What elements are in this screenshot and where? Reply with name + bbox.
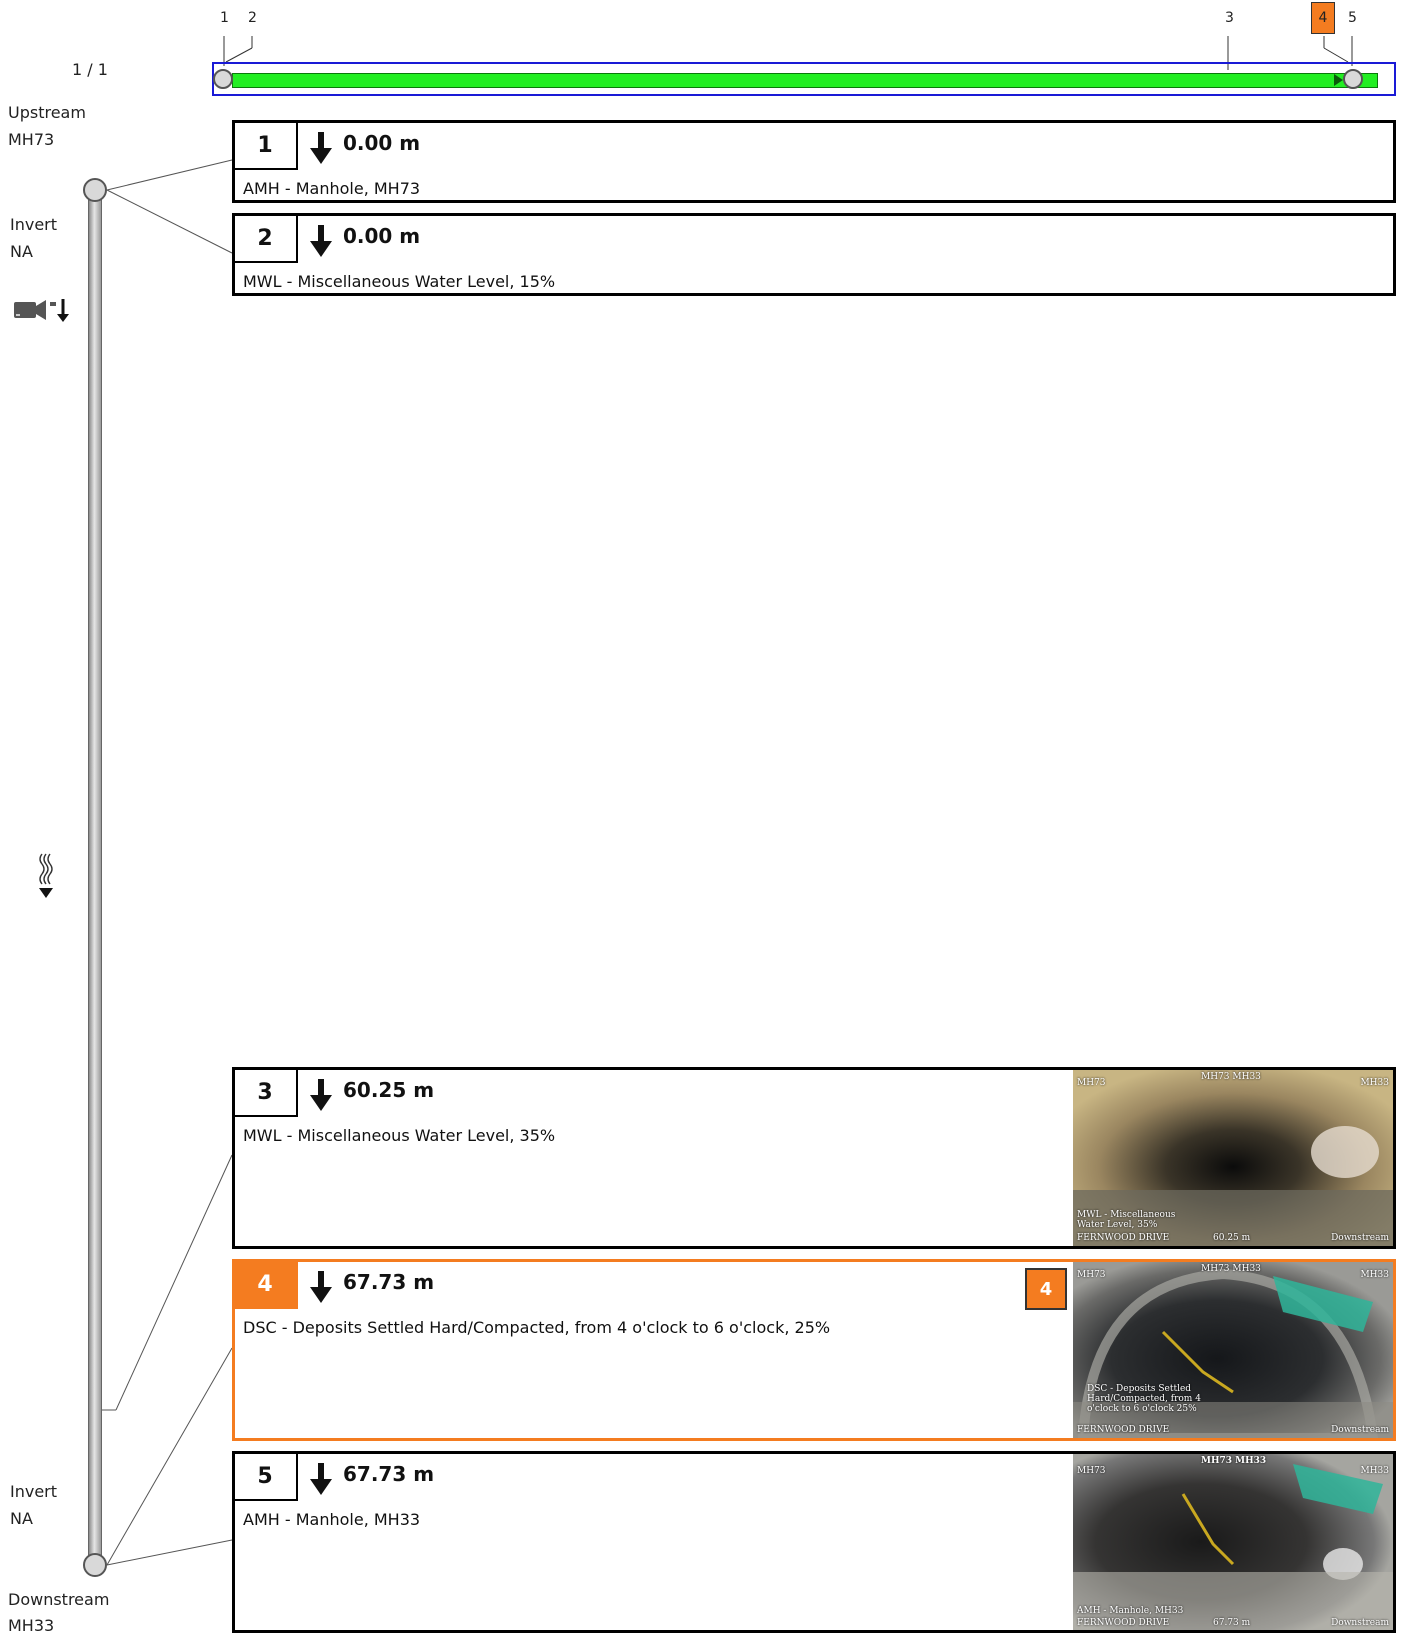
event-number: 5	[234, 1453, 298, 1501]
thumb-caption: MWL - Miscellaneous Water Level, 35%	[1077, 1210, 1176, 1230]
thumb-direction: Downstream	[1331, 1233, 1389, 1243]
down-arrow-icon	[310, 1271, 332, 1303]
thumb-header: MH73 MH33	[1201, 1264, 1261, 1274]
event-description: MWL - Miscellaneous Water Level, 35%	[243, 1126, 556, 1145]
event-distance: 67.73 m	[343, 1462, 435, 1486]
thumb-street: FERNWOOD DRIVE	[1077, 1618, 1170, 1628]
overview-pipe-bar[interactable]	[232, 73, 1378, 88]
thumb-downstream: MH33	[1360, 1466, 1389, 1476]
down-arrow-icon	[310, 1079, 332, 1111]
event-description: MWL - Miscellaneous Water Level, 15%	[243, 272, 556, 291]
thumb-downstream: MH33	[1360, 1078, 1389, 1088]
event-photo-thumbnail[interactable]: MH73 MH33 MH73 MH33 MWL - Miscellaneous …	[1073, 1070, 1393, 1246]
event-number: 1	[234, 122, 298, 170]
down-arrow-icon	[310, 132, 332, 164]
event-distance: 60.25 m	[343, 1078, 435, 1102]
thumb-caption: AMH - Manhole, MH33	[1077, 1606, 1184, 1616]
event-number: 3	[234, 1069, 298, 1117]
overview-downstream-node[interactable]	[1343, 69, 1363, 89]
thumb-upstream: MH73	[1077, 1270, 1106, 1280]
event-card-4[interactable]: 4 67.73 m DSC - Deposits Settled Hard/Co…	[232, 1259, 1396, 1441]
thumb-caption: DSC - Deposits Settled Hard/Compacted, f…	[1087, 1384, 1201, 1414]
event-number: 4	[234, 1261, 298, 1309]
event-photo-thumbnail[interactable]: MH73 MH33 MH73 MH33 AMH - Manhole, MH33 …	[1073, 1454, 1393, 1630]
event-card-1[interactable]: 1 0.00 m AMH - Manhole, MH73	[232, 120, 1396, 203]
thumb-downstream: MH33	[1360, 1270, 1389, 1280]
thumb-direction: Downstream	[1331, 1425, 1389, 1435]
thumb-distance: 60.25 m	[1213, 1233, 1251, 1243]
thumb-header: MH73 MH33	[1201, 1456, 1267, 1466]
thumb-upstream: MH73	[1077, 1078, 1106, 1088]
event-description: DSC - Deposits Settled Hard/Compacted, f…	[243, 1318, 831, 1337]
event-distance: 0.00 m	[343, 131, 421, 155]
event-description: AMH - Manhole, MH33	[243, 1510, 421, 1529]
event-number: 2	[234, 215, 298, 263]
thumb-direction: Downstream	[1331, 1618, 1389, 1628]
event-card-2[interactable]: 2 0.00 m MWL - Miscellaneous Water Level…	[232, 213, 1396, 296]
event-card-3[interactable]: 3 60.25 m MWL - Miscellaneous Water Leve…	[232, 1067, 1396, 1249]
event-distance: 0.00 m	[343, 224, 421, 248]
event-connector-lines	[102, 159, 233, 1566]
event-description: AMH - Manhole, MH73	[243, 179, 421, 198]
thumb-distance: 67.73 m	[1213, 1618, 1251, 1628]
event-distance: 67.73 m	[343, 1270, 435, 1294]
down-arrow-icon	[310, 225, 332, 257]
thumb-street: FERNWOOD DRIVE	[1077, 1425, 1170, 1435]
thumb-upstream: MH73	[1077, 1466, 1106, 1476]
down-arrow-icon	[310, 1463, 332, 1495]
defect-grade-badge: 4	[1025, 1268, 1067, 1310]
event-card-5[interactable]: 5 67.73 m AMH - Manhole, MH33 MH73 MH33 …	[232, 1451, 1396, 1633]
thumb-street: FERNWOOD DRIVE	[1077, 1233, 1170, 1243]
thumb-header: MH73 MH33	[1201, 1072, 1261, 1082]
event-photo-thumbnail[interactable]: MH73 MH33 MH73 MH33 DSC - Deposits Settl…	[1073, 1262, 1393, 1438]
overview-flow-arrow	[1334, 74, 1343, 86]
